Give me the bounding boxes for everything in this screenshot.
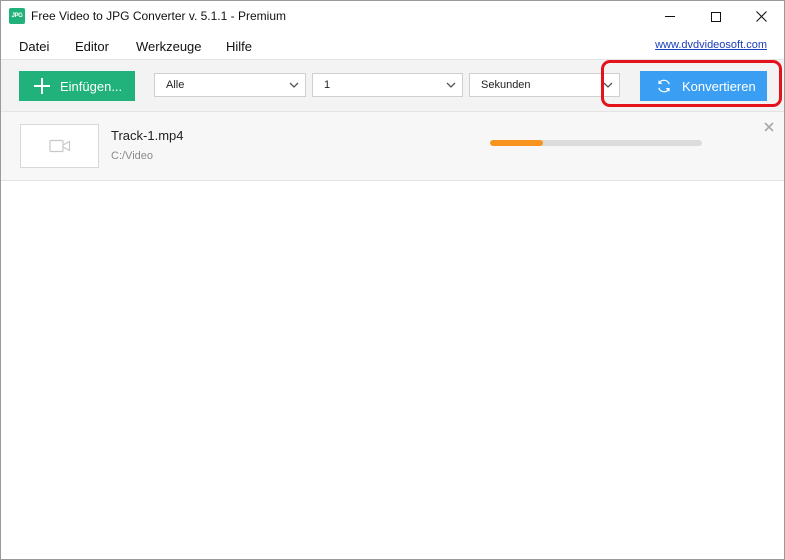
extract-mode-select[interactable]: Alle (154, 73, 306, 97)
menu-hilfe[interactable]: Hilfe (226, 39, 252, 54)
convert-label: Konvertieren (682, 78, 756, 94)
maximize-button[interactable] (693, 1, 739, 32)
app-logo-icon: JPG (9, 8, 25, 24)
app-window: JPG Free Video to JPG Converter v. 5.1.1… (0, 0, 785, 560)
chevron-down-icon (446, 82, 456, 88)
maximize-icon (711, 11, 721, 22)
chevron-down-icon (603, 82, 613, 88)
interval-count-value: 1 (324, 79, 331, 91)
close-icon (755, 11, 767, 22)
chevron-down-icon (289, 82, 299, 88)
website-link[interactable]: www.dvdvideosoft.com (655, 39, 767, 51)
minimize-button[interactable] (647, 1, 693, 32)
close-button[interactable] (738, 1, 784, 32)
title-bar[interactable]: JPG Free Video to JPG Converter v. 5.1.1… (1, 1, 784, 32)
video-camera-icon (48, 139, 70, 153)
menu-werkzeuge[interactable]: Werkzeuge (136, 39, 202, 54)
video-thumbnail (20, 124, 99, 168)
interval-unit-select[interactable]: Sekunden (469, 73, 620, 97)
file-path: C:/Video (111, 150, 153, 162)
plus-icon (34, 78, 50, 94)
conversion-progress-bar (490, 140, 702, 146)
interval-count-select[interactable]: 1 (312, 73, 463, 97)
minimize-icon (665, 16, 675, 17)
toolbar: Einfügen... Alle 1 Sekunden Konvertieren (1, 59, 784, 112)
menu-datei[interactable]: Datei (19, 39, 49, 54)
refresh-icon (658, 79, 670, 93)
menu-bar: Datei Editor Werkzeuge Hilfe www.dvdvide… (1, 32, 784, 59)
remove-icon[interactable] (763, 121, 775, 133)
progress-fill (490, 140, 543, 146)
add-files-label: Einfügen... (60, 78, 123, 94)
convert-button[interactable]: Konvertieren (640, 71, 767, 101)
file-name: Track-1.mp4 (111, 128, 184, 143)
interval-unit-value: Sekunden (481, 79, 531, 91)
extract-mode-value: Alle (166, 79, 185, 91)
menu-editor[interactable]: Editor (75, 39, 109, 54)
add-files-button[interactable]: Einfügen... (19, 71, 135, 101)
file-list-item[interactable]: Track-1.mp4 C:/Video (1, 112, 784, 181)
window-title: Free Video to JPG Converter v. 5.1.1 - P… (31, 9, 286, 23)
